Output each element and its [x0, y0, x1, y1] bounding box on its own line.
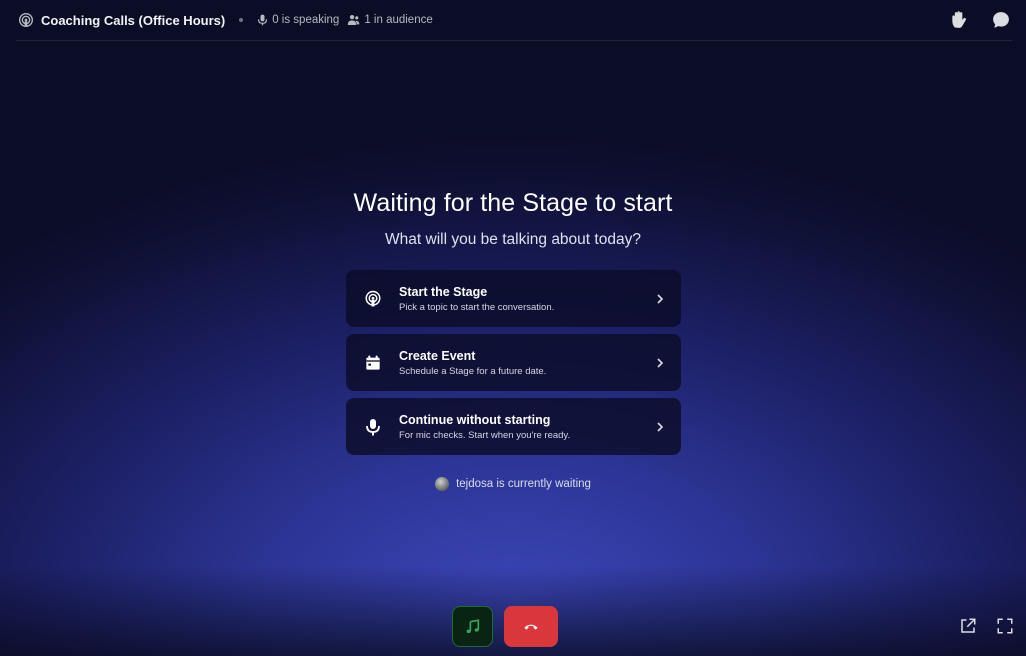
- start-stage-option[interactable]: Start the Stage Pick a topic to start th…: [346, 270, 681, 327]
- audience-count: 1 in audience: [347, 14, 433, 26]
- option-title: Start the Stage: [399, 284, 488, 299]
- popout-icon: [961, 618, 976, 633]
- continue-without-starting-option[interactable]: Continue without starting For mic checks…: [346, 398, 681, 455]
- option-description: Schedule a Stage for a future date.: [399, 365, 547, 377]
- stage-channel-icon: [19, 13, 33, 27]
- avatar: [435, 477, 450, 491]
- header-actions: [948, 9, 1012, 31]
- microphone-icon: [364, 418, 382, 436]
- waiting-status: tejdosa is currently waiting: [0, 477, 1026, 491]
- speaking-text: 0 is speaking: [272, 14, 340, 26]
- calendar-icon: [364, 354, 382, 372]
- option-title: Create Event: [399, 348, 476, 363]
- phone-hangup-icon: [524, 624, 538, 630]
- stage-header: Coaching Calls (Office Hours) 0 is speak…: [16, 0, 1012, 41]
- separator-dot: [239, 18, 244, 22]
- chat-icon: [993, 12, 1009, 28]
- option-title: Continue without starting: [399, 412, 551, 427]
- waiting-subheading: What will you be talking about today?: [385, 231, 641, 248]
- microphone-icon: [258, 14, 268, 26]
- audience-text: 1 in audience: [364, 14, 433, 26]
- raise-hand-icon: [952, 11, 966, 28]
- option-description: Pick a topic to start the conversation.: [399, 301, 555, 313]
- chat-button[interactable]: [990, 9, 1012, 31]
- raise-hand-button[interactable]: [948, 9, 970, 31]
- fullscreen-icon: [997, 618, 1013, 634]
- waiting-text: tejdosa is currently waiting: [456, 478, 591, 490]
- chevron-right-icon: [657, 293, 664, 304]
- speaking-count: 0 is speaking: [257, 14, 339, 26]
- fullscreen-button[interactable]: [994, 615, 1016, 637]
- waiting-heading: Waiting for the Stage to start: [353, 189, 673, 217]
- popout-button[interactable]: [957, 615, 979, 637]
- channel-title: Coaching Calls (Office Hours): [41, 12, 226, 28]
- soundboard-button[interactable]: [452, 606, 493, 647]
- option-description: For mic checks. Start when you're ready.: [399, 429, 571, 441]
- stage-broadcast-icon: [364, 290, 382, 308]
- create-event-option[interactable]: Create Event Schedule a Stage for a futu…: [346, 334, 681, 391]
- music-note-icon: [466, 618, 479, 633]
- chevron-right-icon: [657, 357, 664, 368]
- stage-options: Start the Stage Pick a topic to start th…: [346, 270, 681, 462]
- audience-icon: [348, 14, 360, 26]
- chevron-right-icon: [657, 421, 664, 432]
- leave-stage-button[interactable]: [504, 606, 558, 647]
